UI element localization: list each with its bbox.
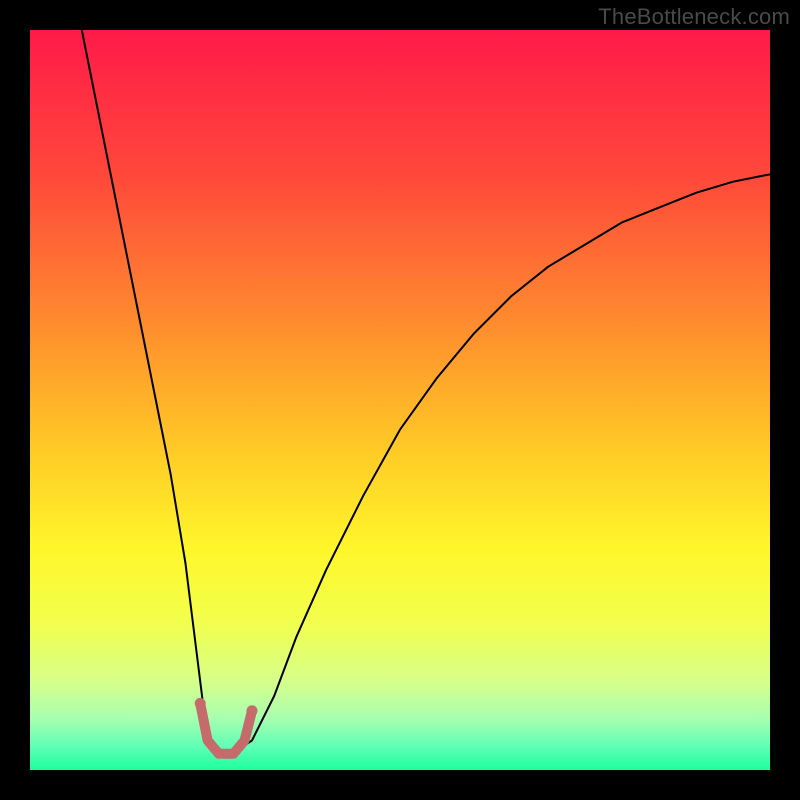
gradient-background	[30, 30, 770, 770]
watermark-text: TheBottleneck.com	[598, 4, 790, 30]
notch-end-dot	[195, 698, 206, 709]
chart-frame: TheBottleneck.com	[0, 0, 800, 800]
notch-end-dot	[247, 705, 258, 716]
bottleneck-chart	[30, 30, 770, 770]
plot-area	[30, 30, 770, 770]
